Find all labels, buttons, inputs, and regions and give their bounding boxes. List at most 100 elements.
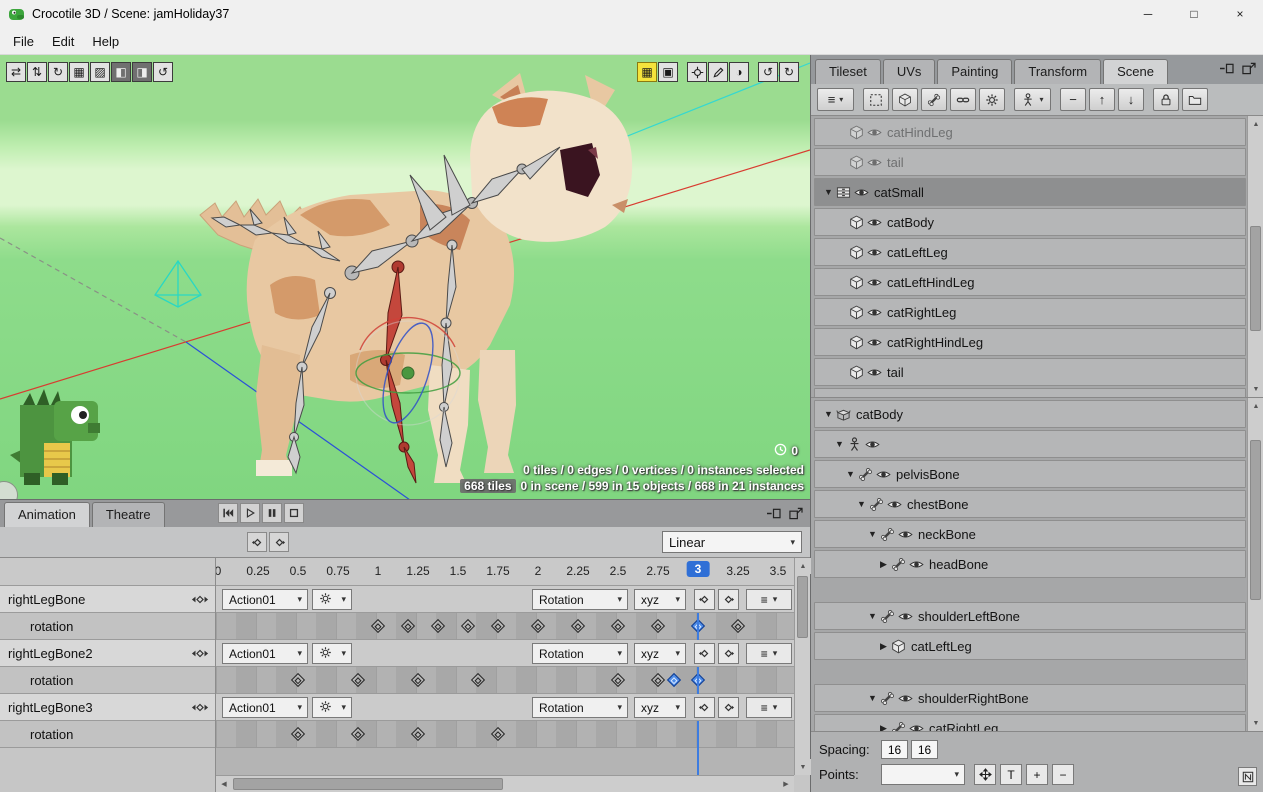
keyframe[interactable]	[611, 673, 625, 687]
tree-item-catSmall[interactable]: ▼catSmall	[814, 178, 1246, 206]
maximize-button[interactable]: □	[1171, 0, 1217, 28]
prev-keyframe-icon[interactable]	[694, 643, 715, 664]
keyframe[interactable]	[571, 619, 585, 633]
expand-arrow-icon[interactable]: ▼	[832, 439, 847, 449]
keyframe[interactable]	[611, 619, 625, 633]
undock-panel-icon[interactable]	[764, 504, 783, 522]
axes-select[interactable]: xyz▾	[634, 643, 686, 664]
tree-item-shoulderRightBone[interactable]: ▼shoulderRightBone	[814, 684, 1246, 712]
tab-tileset[interactable]: Tileset	[815, 59, 881, 84]
channel-label-rotation[interactable]: rotation	[0, 613, 215, 640]
tracks-vertical-scrollbar[interactable]: ▲ ▼	[794, 558, 810, 775]
skip-to-start-button[interactable]	[218, 503, 238, 523]
scroll-down-icon[interactable]: ▼	[1248, 715, 1263, 731]
tab-theatre[interactable]: Theatre	[92, 502, 165, 527]
keyframe-track-rightLegBone2[interactable]	[216, 667, 794, 694]
tree-item-headBone[interactable]: ▶headBone	[814, 550, 1246, 578]
panel-corner-icon[interactable]	[1238, 767, 1257, 786]
collapse-arrow-icon[interactable]: ▶	[876, 641, 891, 652]
track-menu-button[interactable]: ≡▾	[746, 589, 792, 610]
tab-painting[interactable]: Painting	[937, 59, 1012, 84]
action-settings-select[interactable]: ▾	[312, 589, 352, 610]
next-keyframe-icon[interactable]	[269, 532, 289, 552]
collapse-arrow-icon[interactable]: ▶	[876, 559, 891, 570]
keyframe[interactable]	[491, 727, 505, 741]
action-select[interactable]: Action01▾	[222, 643, 308, 664]
scroll-up-icon[interactable]: ▲	[1248, 398, 1263, 414]
eye-icon[interactable]	[876, 467, 891, 482]
keyframe[interactable]	[651, 619, 665, 633]
tree-item-catRightHindLeg[interactable]: catRightHindLeg	[814, 328, 1246, 356]
current-frame-indicator[interactable]: 3	[687, 561, 710, 577]
mirror-left-icon[interactable]: ◧	[111, 62, 131, 82]
keyframe[interactable]	[291, 673, 305, 687]
remove-button[interactable]: −	[1060, 88, 1086, 111]
ruler-tick[interactable]: 1.5	[450, 564, 467, 578]
action-select[interactable]: Action01▾	[222, 589, 308, 610]
ruler-tick[interactable]: 1.25	[406, 564, 429, 578]
ruler-tick[interactable]: 3.25	[726, 564, 749, 578]
grid-snap-icon[interactable]: ▦	[637, 62, 657, 82]
expand-arrow-icon[interactable]: ▼	[865, 529, 880, 539]
ruler-tick[interactable]: 0.5	[290, 564, 307, 578]
expand-arrow-icon[interactable]: ▼	[843, 469, 858, 479]
eye-icon[interactable]	[867, 155, 882, 170]
eye-icon[interactable]	[909, 557, 924, 572]
tab-uvs[interactable]: UVs	[883, 59, 936, 84]
ruler-tick[interactable]: 0.25	[246, 564, 269, 578]
expand-arrow-icon[interactable]: ▼	[821, 187, 836, 197]
popout-panel-icon[interactable]	[786, 504, 805, 522]
scroll-left-icon[interactable]: ◀	[216, 776, 232, 792]
axes-select[interactable]: xyz▾	[634, 589, 686, 610]
keyframe-track-rightLegBone3[interactable]	[216, 721, 794, 748]
tree-item-catBody[interactable]: catBody	[814, 208, 1246, 236]
ruler-tick[interactable]: 1.75	[486, 564, 509, 578]
eye-icon[interactable]	[898, 609, 913, 624]
move-up-button[interactable]: ↑	[1089, 88, 1115, 111]
prev-keyframe-icon[interactable]	[247, 532, 267, 552]
mirror-right-icon[interactable]: ◨	[132, 62, 152, 82]
viewport-3d-scene[interactable]	[0, 55, 811, 500]
tree-item-catRightLeg[interactable]: catRightLeg	[814, 298, 1246, 326]
keyframe[interactable]	[667, 673, 681, 687]
eye-icon[interactable]	[867, 125, 882, 140]
eye-icon[interactable]	[887, 497, 902, 512]
pause-button[interactable]	[262, 503, 282, 523]
tree-item-Object 6620[interactable]: ▶Object 6620	[814, 388, 1246, 398]
tree-item-shoulderLeftBone[interactable]: ▼shoulderLeftBone	[814, 602, 1246, 630]
track-menu-button[interactable]: ≡▾	[746, 643, 792, 664]
eye-icon[interactable]	[854, 185, 869, 200]
rotate-ccw-icon[interactable]: ↺	[153, 62, 173, 82]
draw-mode-icon[interactable]	[708, 62, 728, 82]
text-tool-button[interactable]: T	[1000, 764, 1022, 785]
keyframe[interactable]	[351, 727, 365, 741]
eye-icon[interactable]	[867, 335, 882, 350]
menu-edit[interactable]: Edit	[43, 30, 83, 53]
keyframe[interactable]	[411, 727, 425, 741]
tab-scene[interactable]: Scene	[1103, 59, 1168, 84]
expand-arrow-icon[interactable]: ▼	[821, 409, 836, 419]
channel-label-rotation[interactable]: rotation	[0, 667, 215, 694]
keyframe[interactable]	[401, 619, 415, 633]
tree-item-pelvisBone[interactable]: ▼pelvisBone	[814, 460, 1246, 488]
armature-menu-button[interactable]: ▾	[1014, 88, 1051, 111]
keyframe[interactable]	[411, 673, 425, 687]
scroll-up-icon[interactable]: ▲	[1248, 116, 1263, 132]
menu-help[interactable]: Help	[83, 30, 128, 53]
ruler-tick[interactable]: 2.5	[610, 564, 627, 578]
tree-item-neckBone[interactable]: ▼neckBone	[814, 520, 1246, 548]
eye-icon[interactable]	[867, 305, 882, 320]
points-select[interactable]: ▾	[881, 764, 965, 785]
keyframe[interactable]	[491, 619, 505, 633]
keyframe-jump-icon[interactable]	[191, 594, 209, 605]
eye-icon[interactable]	[867, 275, 882, 290]
flip-horizontal-icon[interactable]: ⇄	[6, 62, 26, 82]
next-keyframe-icon[interactable]	[718, 643, 739, 664]
tree-item-catLeftLeg[interactable]: ▶catLeftLeg	[814, 632, 1246, 660]
flip-vertical-icon[interactable]: ⇅	[27, 62, 47, 82]
timeline-ruler[interactable]: 00.250.50.7511.251.51.7522.252.52.7533.2…	[216, 558, 794, 586]
spacing-x-input[interactable]	[881, 740, 908, 759]
property-select[interactable]: Rotation▾	[532, 643, 628, 664]
keyframe[interactable]	[461, 619, 475, 633]
keyframe[interactable]	[651, 673, 665, 687]
